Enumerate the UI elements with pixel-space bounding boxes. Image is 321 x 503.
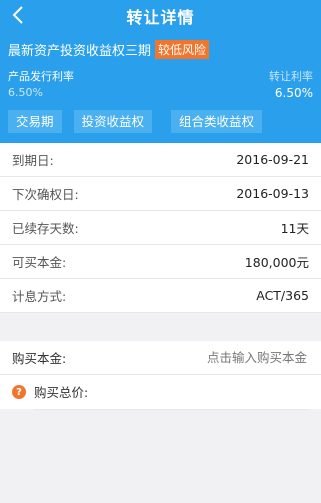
issue-rate-value: 6.50% <box>8 86 43 99</box>
page: 转让详情 晨新资产投资收益权三期 较低风险 产品发行利率 转让利率 6.50% … <box>0 0 321 503</box>
transfer-rate-value: 6.50% <box>274 86 313 100</box>
detail-row-interest-method: 计息方式: ACT/365 <box>0 279 321 313</box>
question-icon[interactable]: ? <box>12 385 26 399</box>
detail-label: 可买本金: <box>12 255 67 270</box>
principal-label: 购买本金: <box>12 351 67 366</box>
detail-value: ACT/365 <box>256 288 309 303</box>
issue-rate-label: 产品发行利率 <box>8 70 74 83</box>
top-bar: 转让详情 <box>0 0 321 32</box>
product-line: 晨新资产投资收益权三期 较低风险 <box>8 40 210 59</box>
detail-row-next-confirm: 下次确权日: 2016-09-13 <box>0 177 321 211</box>
detail-value: 11天 <box>280 221 309 236</box>
detail-row-days-held: 已续存天数: 11天 <box>0 211 321 245</box>
detail-label: 计息方式: <box>12 289 67 304</box>
bottom-area <box>0 485 321 503</box>
tag-chips: 交易期 投资收益权 组合类收益权 <box>8 110 274 133</box>
purchase-form: 购买本金: ? 购买总价: <box>0 341 321 410</box>
chip-portfolio-right[interactable]: 组合类收益权 <box>171 110 263 133</box>
chip-trading-period[interactable]: 交易期 <box>8 110 62 133</box>
principal-row: 购买本金: <box>0 341 321 375</box>
risk-badge: 较低风险 <box>155 40 210 59</box>
page-title: 转让详情 <box>126 8 195 27</box>
header: 转让详情 晨新资产投资收益权三期 较低风险 产品发行利率 转让利率 6.50% … <box>0 0 321 143</box>
total-price-field: 购买总价: <box>34 375 309 410</box>
transfer-rate-label: 转让利率 <box>269 70 313 83</box>
detail-value: 180,000元 <box>244 255 309 270</box>
product-name: 晨新资产投资收益权三期 <box>8 44 152 59</box>
detail-list: 到期日: 2016-09-21 下次确权日: 2016-09-13 已续存天数:… <box>0 143 321 313</box>
detail-value: 2016-09-21 <box>236 152 309 167</box>
detail-value: 2016-09-13 <box>236 186 309 201</box>
detail-label: 到期日: <box>12 153 54 168</box>
total-price-label: 购买总价: <box>34 385 89 400</box>
principal-input[interactable] <box>135 349 309 366</box>
detail-label: 下次确权日: <box>12 187 79 202</box>
detail-row-maturity: 到期日: 2016-09-21 <box>0 143 321 177</box>
total-price-row: ? 购买总价: <box>0 375 321 410</box>
section-gap <box>0 313 321 341</box>
chip-investment-right[interactable]: 投资收益权 <box>73 110 153 133</box>
detail-label: 已续存天数: <box>12 221 79 236</box>
detail-row-available-principal: 可买本金: 180,000元 <box>0 245 321 279</box>
